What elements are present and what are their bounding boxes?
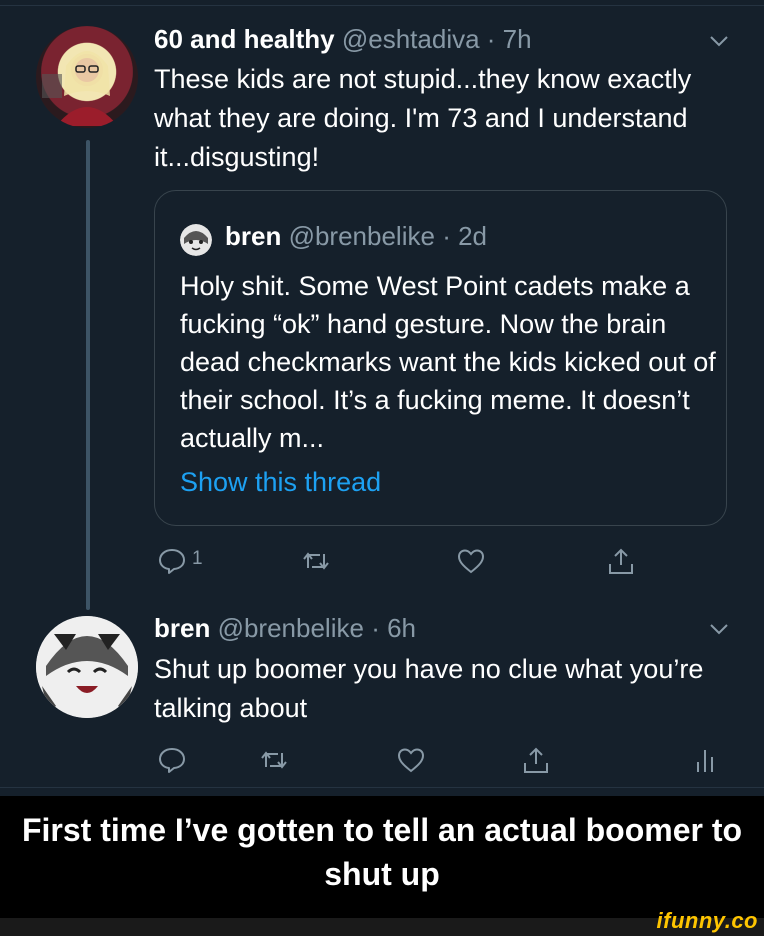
quoted-display-name: bren (225, 221, 282, 251)
reply-count: 1 (192, 548, 203, 569)
anime-avatar-icon (36, 616, 138, 718)
display-name[interactable]: 60 and healthy (154, 24, 335, 54)
timestamp[interactable]: · 6h (371, 613, 416, 643)
display-name[interactable]: bren (154, 613, 210, 643)
analytics-icon[interactable] (690, 745, 720, 775)
bottom-divider (0, 787, 764, 788)
quoted-header: bren @brenbelike · 2d (225, 221, 487, 252)
meme-caption: First time I’ve gotten to tell an actual… (21, 812, 743, 892)
quoted-timestamp: · 2d (442, 221, 487, 251)
handle[interactable]: @eshtadiva (342, 24, 480, 54)
quoted-handle: @brenbelike (288, 221, 435, 251)
quoted-body: Holy shit. Some West Point cadets make a… (180, 271, 716, 453)
avatar-bren[interactable] (36, 616, 138, 718)
reply-icon[interactable] (157, 745, 187, 775)
handle[interactable]: @brenbelike (218, 613, 364, 643)
tweet-feed: 60 and healthy @eshtadiva · 7h These kid… (0, 0, 764, 796)
avatar-portrait-icon (42, 51, 118, 126)
chevron-down-icon[interactable] (708, 30, 730, 52)
anime-avatar-icon (180, 224, 212, 256)
retweet-icon[interactable] (259, 745, 289, 775)
share-icon[interactable] (606, 546, 636, 576)
watermark-bar (0, 918, 764, 936)
quoted-avatar (180, 224, 212, 256)
share-icon[interactable] (521, 745, 551, 775)
thread-connector-line (86, 140, 90, 610)
tweet-header: bren @brenbelike · 6h (154, 613, 416, 644)
retweet-icon[interactable] (301, 546, 331, 576)
top-divider (0, 0, 764, 6)
ifunny-watermark: ifunny.co (656, 908, 758, 933)
reply-icon[interactable] (157, 546, 187, 576)
chevron-down-icon[interactable] (708, 618, 730, 640)
avatar-60-and-healthy[interactable] (36, 26, 138, 128)
quoted-tweet-card[interactable]: bren @brenbelike · 2d Holy shit. Some We… (154, 190, 727, 526)
tweet-body: Shut up boomer you have no clue what you… (154, 654, 704, 723)
show-thread-link[interactable]: Show this thread (180, 467, 381, 498)
like-icon[interactable] (396, 745, 426, 775)
like-icon[interactable] (456, 546, 486, 576)
tweet-body: These kids are not stupid...they know ex… (154, 64, 692, 172)
timestamp[interactable]: · 7h (487, 24, 532, 54)
tweet-header: 60 and healthy @eshtadiva · 7h (154, 24, 532, 55)
